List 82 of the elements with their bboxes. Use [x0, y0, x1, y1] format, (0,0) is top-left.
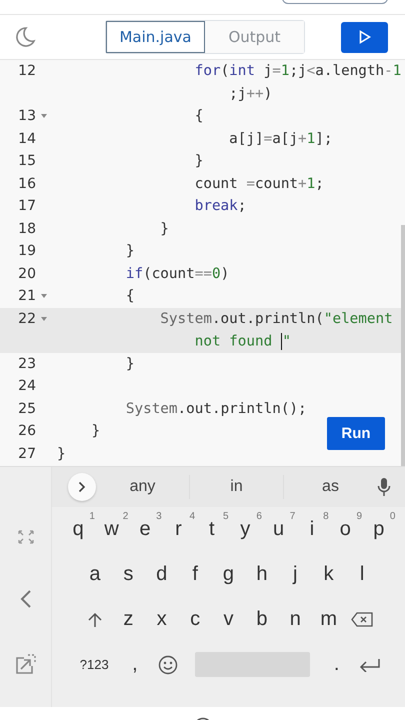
word-suggestion[interactable]: any	[96, 477, 189, 497]
line-number: 17	[17, 198, 36, 214]
code-line: a[j]=a[j+1];	[229, 130, 332, 147]
line-number: 25	[17, 400, 36, 417]
code-line: }	[126, 356, 134, 372]
code-line: }	[91, 423, 100, 440]
keyboard-key[interactable]: r 4	[162, 508, 196, 550]
fold-arrow-icon[interactable]	[41, 316, 47, 321]
keyboard-key[interactable]: t 5	[195, 508, 228, 550]
resize-icon[interactable]	[16, 529, 34, 545]
keyboard-key[interactable]: d	[145, 554, 178, 596]
code-line: }	[194, 153, 204, 170]
file-tab[interactable]: Main.java	[106, 21, 205, 53]
keyboard-key[interactable]: x	[145, 598, 178, 640]
keyboard-key[interactable]: e 3	[128, 508, 162, 550]
keyboard-key[interactable]: l	[345, 554, 379, 596]
code-line: break;	[194, 198, 246, 214]
keyboard-key[interactable]: n	[278, 598, 312, 640]
code-line: ;j++)	[229, 86, 272, 102]
line-number: 21	[17, 288, 36, 304]
keyboard-key[interactable]: c	[178, 598, 212, 640]
backspace-icon	[351, 612, 374, 627]
moon-icon[interactable]	[14, 26, 36, 48]
line-number: 12	[17, 63, 36, 80]
keyboard-key[interactable]: h	[245, 554, 279, 596]
code-line: System.out.println("element	[160, 310, 393, 327]
line-number: 27	[17, 446, 36, 462]
keyboard-key[interactable]: u 7	[262, 508, 296, 550]
expand-button[interactable]	[68, 473, 96, 501]
code-line: {	[194, 108, 204, 124]
keyboard-key[interactable]: o 9	[328, 508, 362, 550]
code-line: }	[57, 446, 66, 462]
keyboard-key[interactable]: z	[112, 598, 146, 640]
line-number: 20	[17, 266, 36, 282]
line-number: 18	[17, 220, 36, 237]
scrollbar[interactable]	[401, 225, 405, 466]
enter-icon	[359, 658, 382, 672]
keyboard-key[interactable]: .	[320, 644, 354, 686]
keyboard-key[interactable]: b	[245, 598, 279, 640]
keyboard-key[interactable]: i 8	[295, 508, 329, 550]
keyboard-key[interactable]: ,	[118, 644, 152, 686]
keyboard-key[interactable]: g	[212, 554, 246, 596]
keyboard-key[interactable]: k	[312, 554, 346, 596]
line-number: 24	[17, 378, 36, 394]
play-icon	[358, 30, 370, 44]
keyboard-key[interactable]: m	[312, 598, 346, 640]
keyboard-key[interactable]: y 6	[228, 508, 262, 550]
keyboard-key[interactable]: j	[278, 554, 312, 596]
floating-keyboard-icon[interactable]	[14, 653, 36, 675]
word-suggestion[interactable]: in	[190, 477, 283, 497]
code-line: }	[126, 243, 134, 260]
line-number: 14	[17, 130, 36, 147]
emoji-icon	[158, 654, 178, 674]
symbols-key[interactable]: ?123	[70, 644, 118, 686]
keyboard-key[interactable]: f	[178, 554, 212, 596]
keyboard-key[interactable]: s	[112, 554, 146, 596]
line-number: 23	[17, 356, 36, 372]
fold-arrow-icon[interactable]	[41, 114, 47, 118]
run-button[interactable]: Run	[327, 417, 385, 450]
code-line: not found "	[194, 332, 291, 350]
line-number: 22	[17, 310, 36, 327]
line-number: 13	[17, 108, 36, 124]
word-suggestion[interactable]: as	[284, 477, 377, 497]
code-line: if(count==0)	[126, 266, 230, 282]
keyboard-key[interactable]: a	[78, 554, 112, 596]
microphone-icon[interactable]	[377, 477, 391, 497]
code-line: for(int j=1;j<a.length-1	[194, 63, 402, 80]
code-line: {	[126, 288, 134, 304]
code-line: }	[160, 220, 169, 237]
play-button[interactable]	[341, 22, 388, 52]
code-line: System.out.println();	[126, 400, 307, 417]
line-number: 16	[17, 176, 36, 192]
fold-arrow-icon[interactable]	[41, 294, 47, 298]
chevron-right-icon	[78, 481, 86, 493]
line-number: 26	[17, 423, 36, 440]
line-number: 15	[17, 153, 36, 170]
keyboard-key[interactable]: q 1	[62, 508, 95, 550]
line-number: 19	[17, 243, 36, 260]
shift-icon	[88, 612, 102, 628]
code-line: count =count+1;	[194, 176, 324, 192]
keyboard-key[interactable]: p 0	[362, 508, 396, 550]
keyboard-key[interactable]: v	[212, 598, 246, 640]
